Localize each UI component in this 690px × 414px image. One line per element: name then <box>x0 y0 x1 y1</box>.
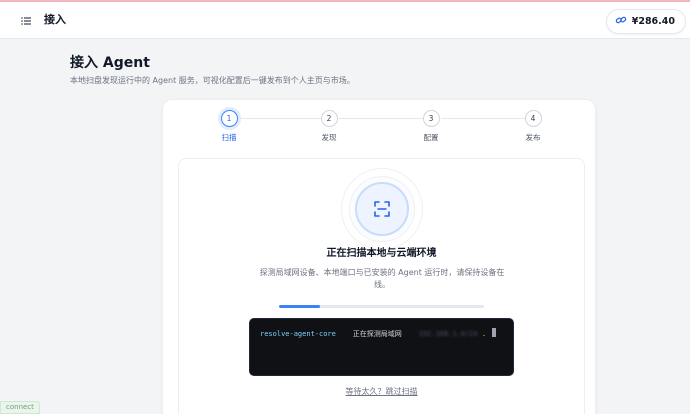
scan-description: 探测局域网设备、本地端口与已安装的 Agent 运行时，请保持设备在线。 <box>259 268 505 289</box>
scan-progress-bar <box>279 305 484 308</box>
terminal-message: 正在探测局域网 <box>352 330 402 338</box>
terminal-blurred-address: 192.168.1.0/24 <box>418 330 478 338</box>
step-publish[interactable]: 4 发布 <box>513 110 553 143</box>
connect-status-badge: connect <box>0 401 40 414</box>
balance-amount: ¥286.40 <box>631 16 675 27</box>
balance-button[interactable]: ¥286.40 <box>605 9 686 34</box>
step-label: 发布 <box>525 133 541 142</box>
scan-progress-fill <box>279 305 320 308</box>
scan-panel: 正在扫描本地与云端环境 探测局域网设备、本地端口与已安装的 Agent 运行时，… <box>178 158 585 414</box>
step-number: 4 <box>524 110 542 127</box>
skip-scan-link[interactable]: 等待太久？跳过扫描 <box>179 386 584 397</box>
link-icon <box>615 14 627 29</box>
step-number: 3 <box>422 110 440 127</box>
wizard-card: 1 扫描 2 发现 3 配置 4 发布 正在扫描本地与云端环境 探测局域网设备、… <box>162 99 596 414</box>
terminal-trailing: . <box>481 330 487 338</box>
step-discover[interactable]: 2 发现 <box>309 110 349 143</box>
top-bar-title: 接入 <box>44 13 66 26</box>
step-number: 2 <box>320 110 338 127</box>
step-label: 发现 <box>321 133 337 142</box>
terminal-command: resolve-agent-core <box>260 330 336 338</box>
scan-icon <box>355 182 409 236</box>
step-label: 配置 <box>423 133 439 142</box>
scan-terminal: resolve-agent-core 正在探测局域网 192.168.1.0/2… <box>249 318 514 376</box>
step-label: 扫描 <box>221 133 237 142</box>
step-scan[interactable]: 1 扫描 <box>209 110 249 143</box>
step-configure[interactable]: 3 配置 <box>411 110 451 143</box>
page-title: 接入 Agent <box>70 55 150 71</box>
top-bar: 接入 ¥286.40 <box>0 2 690 39</box>
terminal-cursor <box>492 328 497 337</box>
scan-title: 正在扫描本地与云端环境 <box>326 248 437 259</box>
step-number: 1 <box>220 110 238 127</box>
page-subtitle: 本地扫盘发现运行中的 Agent 服务，可视化配置后一键发布到个人主页与市场。 <box>70 76 355 85</box>
list-icon[interactable] <box>19 13 33 27</box>
